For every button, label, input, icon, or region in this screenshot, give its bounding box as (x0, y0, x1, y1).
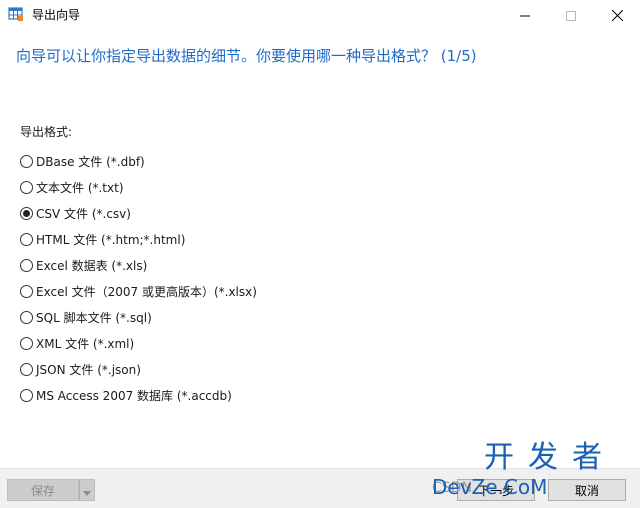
radio-option-label: 文本文件 (*.txt) (36, 180, 124, 195)
save-button[interactable]: 保存 (7, 479, 79, 501)
radio-button[interactable] (20, 154, 33, 168)
radio-button[interactable] (20, 388, 33, 402)
window-title: 导出向导 (32, 8, 81, 22)
radio-option[interactable]: XML 文件 (*.xml) (20, 330, 257, 356)
close-button[interactable] (594, 0, 640, 30)
radio-button[interactable] (20, 258, 33, 272)
radio-button[interactable] (20, 284, 33, 298)
radio-button[interactable] (20, 232, 33, 246)
radio-option-label: DBase 文件 (*.dbf) (36, 154, 145, 169)
export-wizard-window: 导出向导 向导可以让你指定导出数据的细节。你要使用哪一种导出格式？ (1/5) … (0, 0, 640, 508)
radio-option-label: MS Access 2007 数据库 (*.accdb) (36, 388, 232, 403)
cancel-button[interactable]: 取消 (548, 479, 626, 501)
radio-option-label: CSV 文件 (*.csv) (36, 206, 131, 221)
radio-option-label: XML 文件 (*.xml) (36, 336, 135, 351)
chevron-down-icon (83, 481, 91, 500)
radio-option-label: JSON 文件 (*.json) (36, 362, 141, 377)
radio-button[interactable] (20, 180, 33, 194)
radio-option-label: Excel 数据表 (*.xls) (36, 258, 148, 273)
radio-option[interactable]: SQL 脚本文件 (*.sql) (20, 304, 257, 330)
export-format-radio-group: DBase 文件 (*.dbf) 文本文件 (*.txt) CSV 文件 (*.cs… (20, 148, 257, 408)
radio-option[interactable]: JSON 文件 (*.json) (20, 356, 257, 382)
save-button-group: 保存 (7, 479, 95, 501)
wizard-heading: 向导可以让你指定导出数据的细节。你要使用哪一种导出格式？ (1/5) (16, 47, 477, 65)
save-dropdown-button[interactable] (79, 479, 95, 501)
maximize-button[interactable] (548, 0, 594, 30)
radio-button[interactable] (20, 336, 33, 350)
radio-button[interactable] (20, 362, 33, 376)
minimize-button[interactable] (502, 0, 548, 30)
close-icon (611, 6, 623, 25)
radio-option[interactable]: DBase 文件 (*.dbf) (20, 148, 257, 174)
radio-option[interactable]: HTML 文件 (*.htm;*.html) (20, 226, 257, 252)
watermark-developer: 开发者 (484, 440, 616, 475)
radio-option[interactable]: 文本文件 (*.txt) (20, 174, 257, 200)
radio-option[interactable]: CSV 文件 (*.csv) (20, 200, 257, 226)
title-bar[interactable]: 导出向导 (0, 0, 640, 30)
export-format-label: 导出格式: (20, 125, 73, 139)
maximize-icon (566, 6, 576, 25)
radio-button[interactable] (20, 310, 33, 324)
radio-option-label: HTML 文件 (*.htm;*.html) (36, 232, 186, 247)
watermark-devze: DevZe.CoM (432, 475, 548, 499)
radio-option[interactable]: Excel 文件（2007 或更高版本）(*.xlsx) (20, 278, 257, 304)
radio-option[interactable]: Excel 数据表 (*.xls) (20, 252, 257, 278)
radio-option-label: SQL 脚本文件 (*.sql) (36, 310, 152, 325)
radio-option-label: Excel 文件（2007 或更高版本）(*.xlsx) (36, 284, 257, 299)
radio-option[interactable]: MS Access 2007 数据库 (*.accdb) (20, 382, 257, 408)
table-grid-icon (8, 6, 24, 22)
radio-button[interactable] (20, 206, 33, 220)
minimize-icon (520, 6, 530, 25)
